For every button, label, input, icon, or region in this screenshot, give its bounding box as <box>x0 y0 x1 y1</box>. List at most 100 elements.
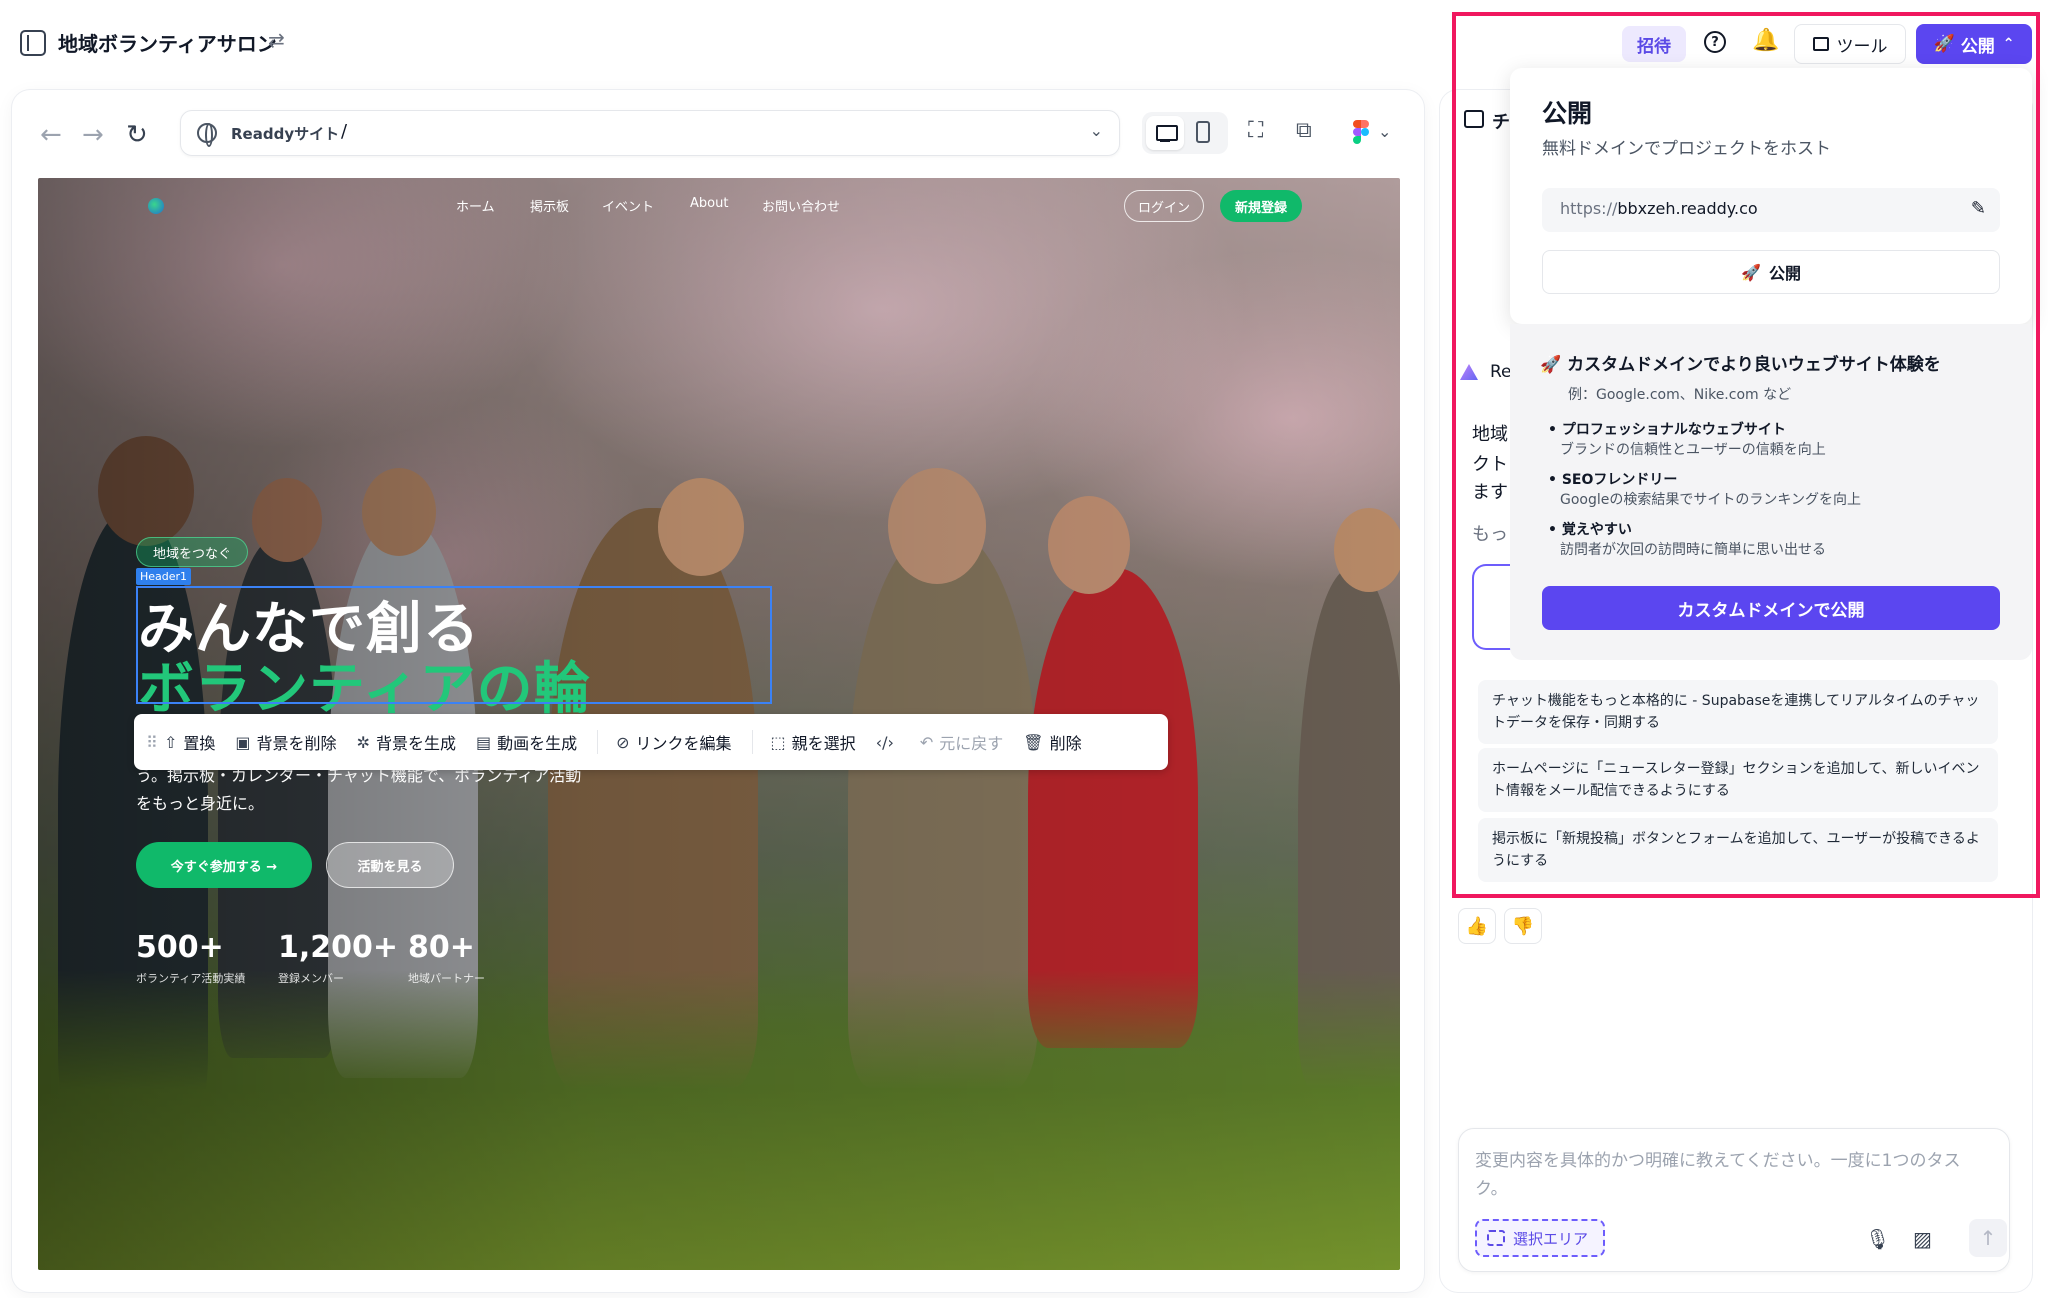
device-toggle <box>1142 112 1228 154</box>
tools-label: ツール <box>1836 36 1888 57</box>
replace-button[interactable]: ⇧ 置換 <box>164 730 215 754</box>
promo-item-title: プロフェッショナルなウェブサイト <box>1561 422 1786 438</box>
link-icon: ⊘ <box>616 732 630 752</box>
publish-popup: 公開 無料ドメインでプロジェクトをホスト https://bbxzeh.read… <box>1510 68 2032 324</box>
invite-button[interactable]: 招待 <box>1622 26 1686 62</box>
promo-item: • プロフェッショナルなウェブサイト ブランドの信頼性とユーザーの信頼を向上 <box>1548 422 1826 458</box>
code-icon: ‹/› <box>875 732 894 752</box>
url-protocol: https:// <box>1560 199 1618 218</box>
undo-icon: ↶ <box>919 732 934 752</box>
stat-value: 500+ <box>136 930 224 965</box>
remove-bg-button[interactable]: ▣ 背景を削除 <box>235 730 336 754</box>
publish-label: 公開 <box>1960 36 1995 57</box>
reload-icon[interactable]: ↻ <box>126 120 148 150</box>
remove-bg-icon: ▣ <box>235 732 251 752</box>
rocket-icon: 🚀 <box>1933 34 1955 54</box>
chat-input-placeholder[interactable]: 変更内容を具体的かつ明確に教えてください。一度に1つのタスク。 <box>1475 1147 1985 1203</box>
join-now-button[interactable]: 今すぐ参加する → <box>136 842 312 888</box>
globe-icon <box>197 123 217 147</box>
rocket-icon: 🚀 <box>1540 355 1562 375</box>
sidebar-toggle-icon[interactable] <box>20 30 46 56</box>
site-logo[interactable] <box>148 198 164 214</box>
suggestion-item[interactable]: チャット機能をもっと本格的に - Supabaseを連携してリアルタイムのチャッ… <box>1478 680 1998 744</box>
site-signup-button[interactable]: 新規登録 <box>1220 190 1302 222</box>
url-host: bbxzeh.readdy.co <box>1617 199 1758 218</box>
site-nav-about[interactable]: About <box>690 196 728 211</box>
suggestion-item[interactable]: 掲示板に「新規投稿」ボタンとフォームを追加して、ユーザーが投稿できるようにする <box>1478 818 1998 882</box>
select-parent-button[interactable]: ⬚ 親を選択 <box>771 730 856 754</box>
site-nav-home[interactable]: ホーム <box>456 196 495 215</box>
custom-domain-publish-button[interactable]: カスタムドメインで公開 <box>1542 586 2000 630</box>
suggestion-item[interactable]: ホームページに「ニュースレター登録」セクションを追加して、新しいイベント情報をメ… <box>1478 748 1998 812</box>
generate-video-button[interactable]: ▤ 動画を生成 <box>476 730 577 754</box>
stat-label: 地域パートナー <box>408 972 485 985</box>
chat-icon[interactable] <box>1464 110 1484 128</box>
chat-message-line: 地域 <box>1472 424 1508 445</box>
select-area-button[interactable]: 選択エリア <box>1475 1219 1605 1257</box>
publish-url-text: https://bbxzeh.readdy.co <box>1560 199 1758 218</box>
hero-description-line2: をもっと身近に。 <box>136 794 265 813</box>
publish-popup-title: 公開 <box>1542 99 1593 128</box>
promo-title: 🚀 カスタムドメインでより良いウェブサイト体験を <box>1540 350 1941 375</box>
promo-item-desc: 訪問者が次回の訪問時に簡単に思い出せる <box>1560 542 1826 558</box>
chat-input-box[interactable]: 変更内容を具体的かつ明確に教えてください。一度に1つのタスク。 選択エリア 🎙 … <box>1458 1128 2010 1272</box>
promo-item: • SEOフレンドリー Googleの検索結果でサイトのランキングを向上 <box>1548 472 1861 508</box>
bell-icon[interactable]: 🔔 <box>1752 28 1779 53</box>
delete-button[interactable]: 🗑 削除 <box>1023 730 1081 754</box>
undo-label: 元に戻す <box>939 734 1004 753</box>
edit-link-button[interactable]: ⊘ リンクを編集 <box>616 730 731 754</box>
image-upload-icon[interactable]: ▨ <box>1913 1227 1932 1251</box>
url-bar[interactable]: Readdyサイト / ⌄ <box>180 110 1120 156</box>
thumbs-up-icon[interactable]: 👍 <box>1458 908 1496 944</box>
open-external-icon[interactable]: ⧉ <box>1296 118 1312 143</box>
stat-value: 80+ <box>408 930 475 965</box>
chat-tab-label[interactable]: チ <box>1492 108 1510 134</box>
mobile-view-icon[interactable] <box>1196 121 1210 143</box>
figma-icon[interactable] <box>1353 120 1369 144</box>
chat-message-line: クト <box>1472 454 1508 475</box>
chevron-up-icon: ⌃ <box>2002 36 2015 52</box>
stat-value: 1,200+ <box>278 930 399 965</box>
help-icon[interactable]: ? <box>1704 31 1726 53</box>
element-toolbar: ⠿ ⇧ 置換 ▣ 背景を削除 ✲ 背景を生成 ▤ 動画を生成 ⊘ リンクを編集 ⬚ 親を選択… <box>134 714 1168 770</box>
promo-item-desc: Googleの検索結果でサイトのランキングを向上 <box>1560 492 1861 508</box>
hero-description: う。掲示板・カレンダー・チャット機能で、ボランティア活動 をもっと身近に。 <box>136 762 696 818</box>
publish-button[interactable]: 🚀 公開 ⌃ <box>1916 24 2032 64</box>
generate-video-label: 動画を生成 <box>497 734 578 753</box>
send-button[interactable]: ↑ <box>1969 1219 2007 1257</box>
back-arrow-icon[interactable]: ← <box>40 120 62 150</box>
undo-button[interactable]: ↶ 元に戻す <box>920 730 1003 754</box>
chat-message-line: ます <box>1472 482 1508 503</box>
selection-label: Header1 <box>136 568 192 585</box>
publish-url-field[interactable]: https://bbxzeh.readdy.co ✎ <box>1542 188 2000 232</box>
replace-label: 置換 <box>183 734 216 753</box>
remove-bg-label: 背景を削除 <box>256 734 337 753</box>
site-preview[interactable]: ホーム 掲示板 イベント About お問い合わせ ログイン 新規登録 地域をつ… <box>38 178 1400 1270</box>
url-path: / <box>341 121 348 142</box>
forward-arrow-icon[interactable]: → <box>82 120 104 150</box>
stat-label: 登録メンバー <box>278 972 344 985</box>
stat-label: ボランティア活動実績 <box>136 972 246 985</box>
fullscreen-icon[interactable]: ⛶ <box>1248 118 1263 143</box>
desktop-view-icon[interactable] <box>1146 116 1184 150</box>
pencil-icon[interactable]: ✎ <box>1971 198 1986 219</box>
generate-bg-button[interactable]: ✲ 背景を生成 <box>357 730 456 754</box>
site-login-button[interactable]: ログイン <box>1124 190 1204 222</box>
code-button[interactable]: ‹/› <box>876 733 900 752</box>
site-nav-contact[interactable]: お問い合わせ <box>762 196 840 215</box>
selection-box <box>136 586 772 704</box>
tools-button[interactable]: ツール <box>1794 24 1906 64</box>
figma-chevron-down-icon[interactable]: ⌄ <box>1378 122 1391 141</box>
chevron-down-icon[interactable]: ⌄ <box>1090 121 1103 140</box>
publish-now-button[interactable]: 🚀 公開 <box>1542 250 2000 294</box>
swap-icon[interactable]: ⇄ <box>268 28 285 52</box>
rocket-icon: 🚀 <box>1741 262 1761 282</box>
custom-domain-promo: 🚀 カスタムドメインでより良いウェブサイト体験を 例：Google.com、Ni… <box>1510 324 2032 660</box>
site-nav-board[interactable]: 掲示板 <box>530 196 569 215</box>
drag-handle-icon[interactable]: ⠿ <box>146 733 164 752</box>
site-nav-events[interactable]: イベント <box>602 196 654 215</box>
microphone-icon[interactable]: 🎙 <box>1865 1227 1890 1251</box>
thumbs-down-icon[interactable]: 👎 <box>1504 908 1542 944</box>
view-activities-button[interactable]: 活動を見る <box>326 842 454 888</box>
promo-item-title: SEOフレンドリー <box>1561 472 1678 488</box>
